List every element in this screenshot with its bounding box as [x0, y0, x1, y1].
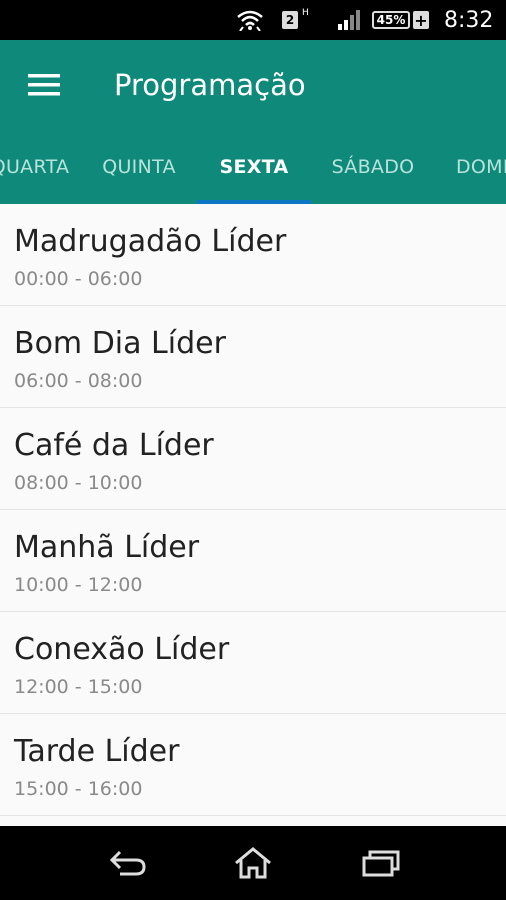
program-title: Madrugadão Líder: [14, 224, 287, 259]
program-time: 08:00 - 10:00: [14, 472, 143, 494]
tab-sexta[interactable]: SEXTA: [197, 130, 311, 204]
home-button[interactable]: [223, 838, 283, 888]
program-time: 12:00 - 15:00: [14, 676, 143, 698]
tab-quarta[interactable]: QUARTA: [0, 130, 90, 204]
tab-quinta[interactable]: QUINTA: [84, 130, 194, 204]
screen: 2 H 45% + 8:32 Programação UARTA QUINTA …: [0, 0, 506, 900]
navigation-bar: [0, 826, 506, 900]
day-tabs: QUARTA QUINTA SEXTA SÁBADO DOMINGO: [0, 130, 506, 204]
program-time: 15:00 - 16:00: [14, 778, 143, 800]
program-item[interactable]: Café da Líder 08:00 - 10:00: [0, 408, 506, 510]
program-title: Manhã Líder: [14, 530, 200, 565]
program-item[interactable]: Bom Dia Líder 06:00 - 08:00: [0, 306, 506, 408]
sim-icon: 2 H: [282, 0, 309, 40]
network-type: H: [302, 8, 309, 18]
recent-apps-button[interactable]: [350, 838, 410, 888]
home-icon: [235, 847, 271, 879]
program-time: 06:00 - 08:00: [14, 370, 143, 392]
program-title: Tarde Líder: [14, 734, 180, 769]
program-time: 00:00 - 06:00: [14, 268, 143, 290]
charging-icon: +: [413, 10, 429, 30]
program-time: 10:00 - 12:00: [14, 574, 143, 596]
sim-number: 2: [282, 11, 298, 29]
hamburger-menu-icon: [28, 74, 60, 96]
program-item[interactable]: Madrugadão Líder 00:00 - 06:00: [0, 204, 506, 306]
program-list: Madrugadão Líder 00:00 - 06:00 Bom Dia L…: [0, 204, 506, 826]
program-item[interactable]: Manhã Líder 10:00 - 12:00: [0, 510, 506, 612]
program-title: Bom Dia Líder: [14, 326, 226, 361]
tab-sabado[interactable]: SÁBADO: [316, 130, 430, 204]
battery-percent: 45%: [372, 11, 410, 29]
back-button[interactable]: [98, 838, 158, 888]
program-item[interactable]: Tarde Líder 15:00 - 16:00: [0, 714, 506, 816]
status-bar: 2 H 45% + 8:32: [0, 0, 506, 40]
wifi-icon: [236, 0, 264, 40]
recent-apps-icon: [362, 850, 400, 877]
back-icon: [109, 850, 146, 876]
program-item[interactable]: Conexão Líder 12:00 - 15:00: [0, 612, 506, 714]
page-title: Programação: [114, 68, 306, 102]
signal-icon: [338, 0, 362, 40]
program-title: Café da Líder: [14, 428, 214, 463]
tab-domingo[interactable]: DOMINGO: [446, 130, 506, 204]
battery-icon: 45% +: [372, 0, 429, 40]
app-bar: Programação: [0, 40, 506, 130]
menu-button[interactable]: [14, 60, 74, 110]
clock: 8:32: [444, 7, 494, 33]
program-title: Conexão Líder: [14, 632, 230, 667]
